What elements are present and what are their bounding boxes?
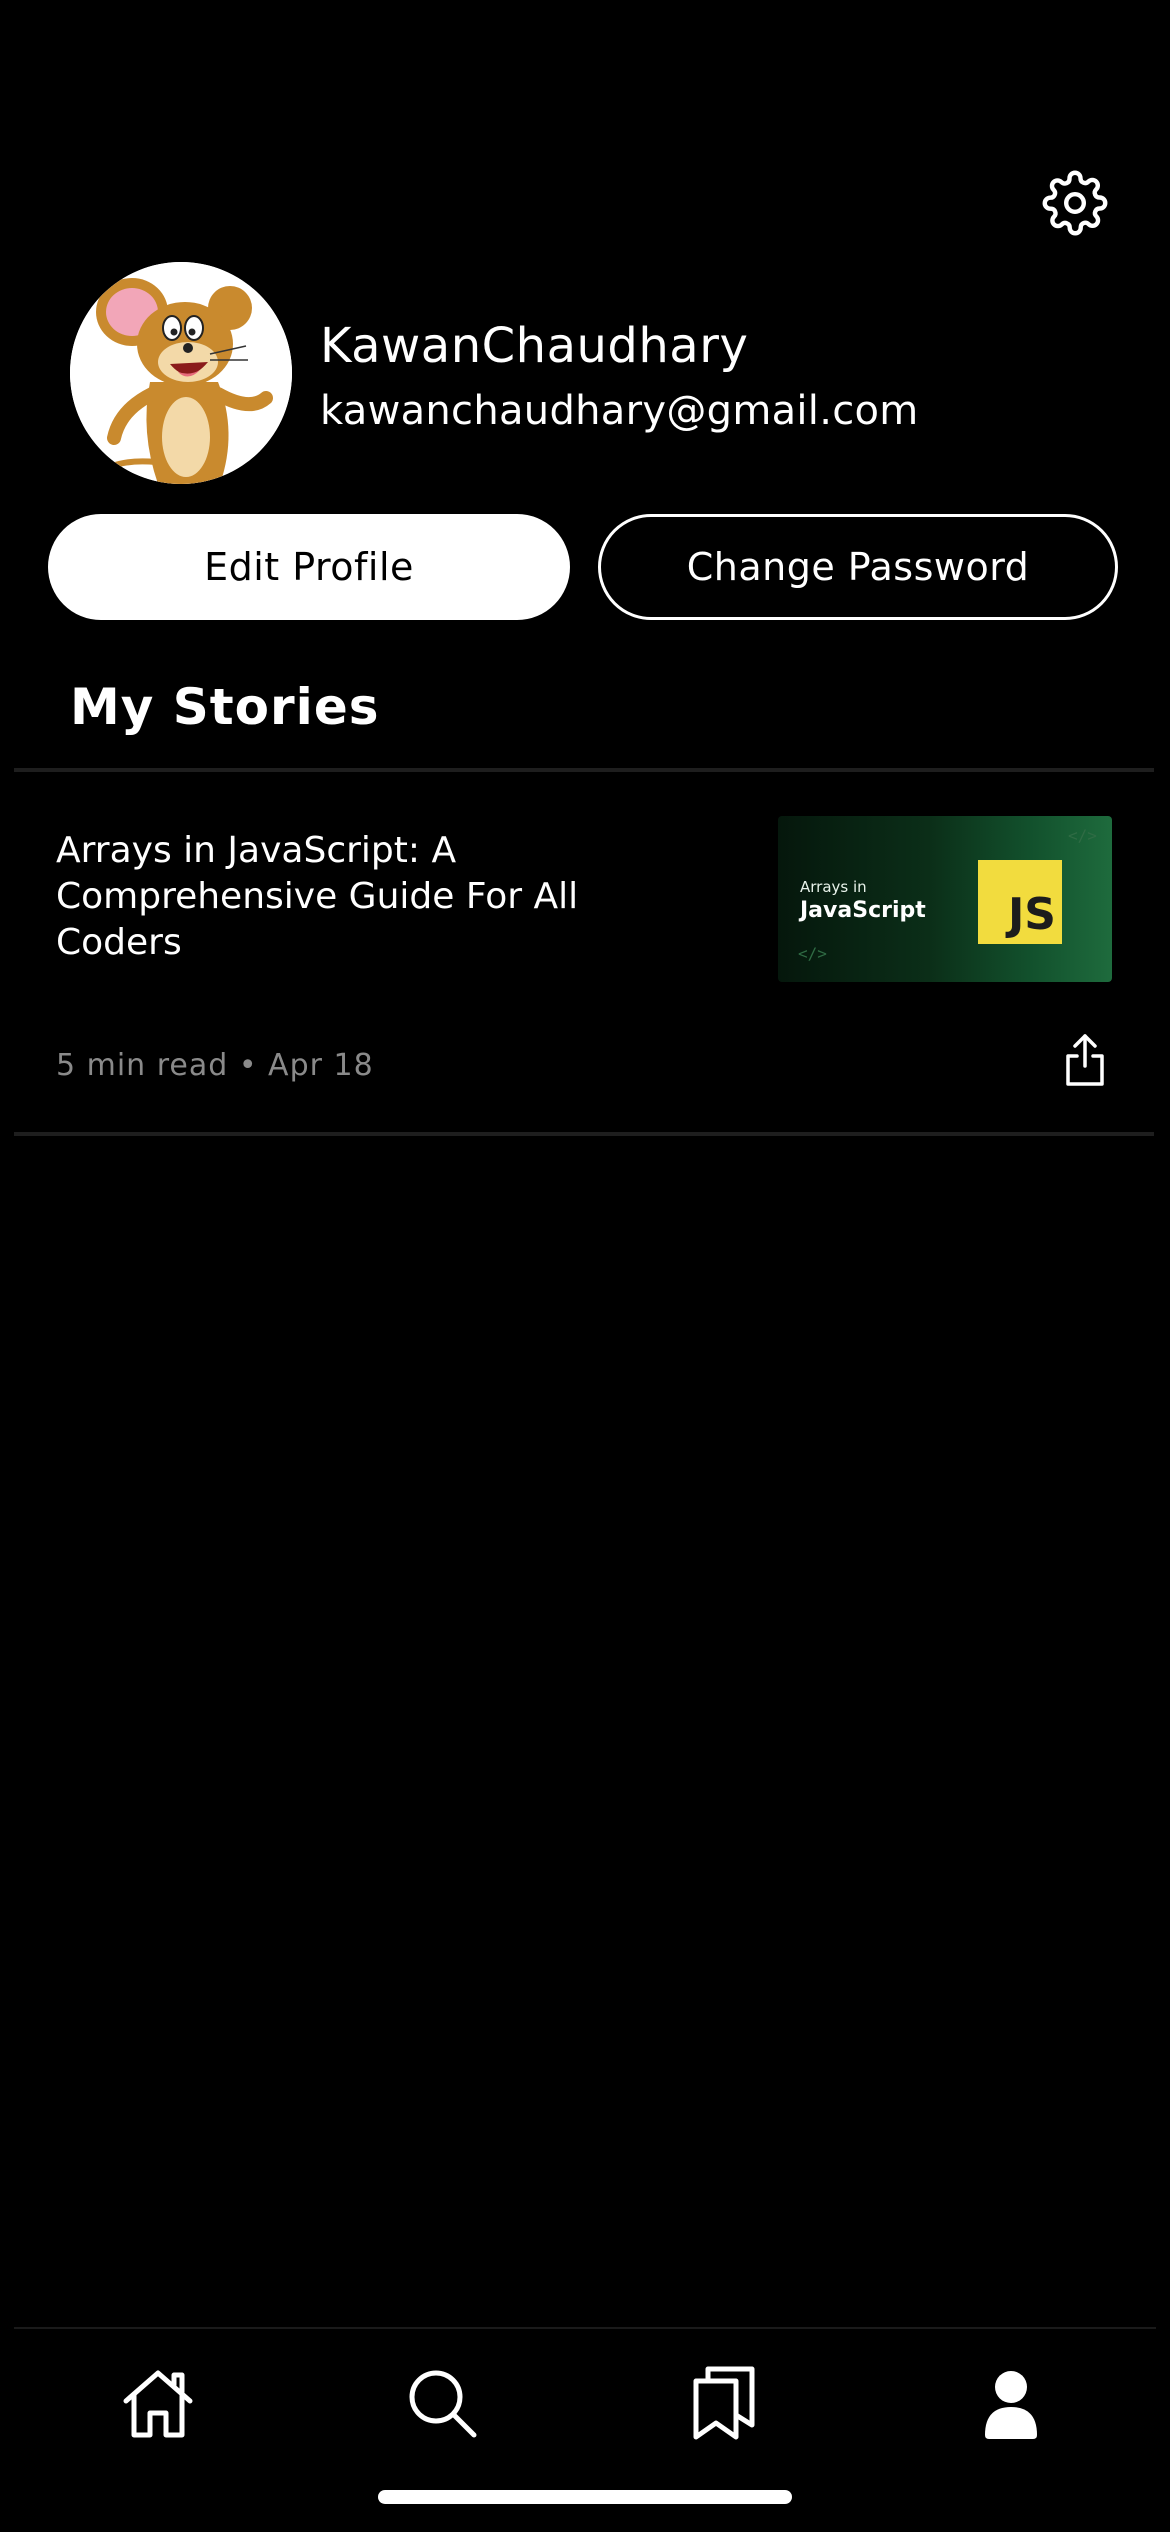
- js-badge: JS: [978, 860, 1062, 944]
- home-icon: [123, 2370, 193, 2438]
- share-icon: [1066, 1034, 1104, 1086]
- nav-profile[interactable]: [966, 2358, 1056, 2448]
- thumbnail-caption-big: JavaScript: [800, 898, 926, 923]
- thumbnail-caption-small: Arrays in: [800, 878, 867, 896]
- section-title: My Stories: [70, 678, 380, 736]
- share-button[interactable]: [1060, 1030, 1110, 1090]
- code-mark: </>: [798, 944, 827, 963]
- profile-icon: [985, 2371, 1037, 2439]
- nav-bookmarks[interactable]: [681, 2358, 771, 2448]
- nav-search[interactable]: [397, 2358, 487, 2448]
- home-indicator: [378, 2490, 792, 2504]
- gear-icon: [1042, 170, 1108, 236]
- profile-name: KawanChaudhary: [320, 318, 749, 374]
- divider: [14, 1132, 1154, 1136]
- story-thumbnail[interactable]: </> </> Arrays in JavaScript JS: [778, 816, 1112, 982]
- avatar[interactable]: [70, 262, 292, 484]
- code-mark: </>: [1068, 826, 1097, 845]
- cartoon-mouse-avatar: [70, 262, 292, 484]
- settings-button[interactable]: [1040, 168, 1110, 238]
- nav-divider: [14, 2327, 1156, 2329]
- profile-email: kawanchaudhary@gmail.com: [320, 388, 919, 434]
- nav-home[interactable]: [113, 2358, 203, 2448]
- change-password-button[interactable]: Change Password: [598, 514, 1118, 620]
- divider: [14, 768, 1154, 772]
- search-icon: [409, 2370, 477, 2438]
- bookmarks-icon: [693, 2366, 755, 2440]
- story-meta: 5 min read • Apr 18: [56, 1048, 374, 1083]
- story-title[interactable]: Arrays in JavaScript: A Comprehensive Gu…: [56, 828, 696, 966]
- edit-profile-button[interactable]: Edit Profile: [48, 514, 570, 620]
